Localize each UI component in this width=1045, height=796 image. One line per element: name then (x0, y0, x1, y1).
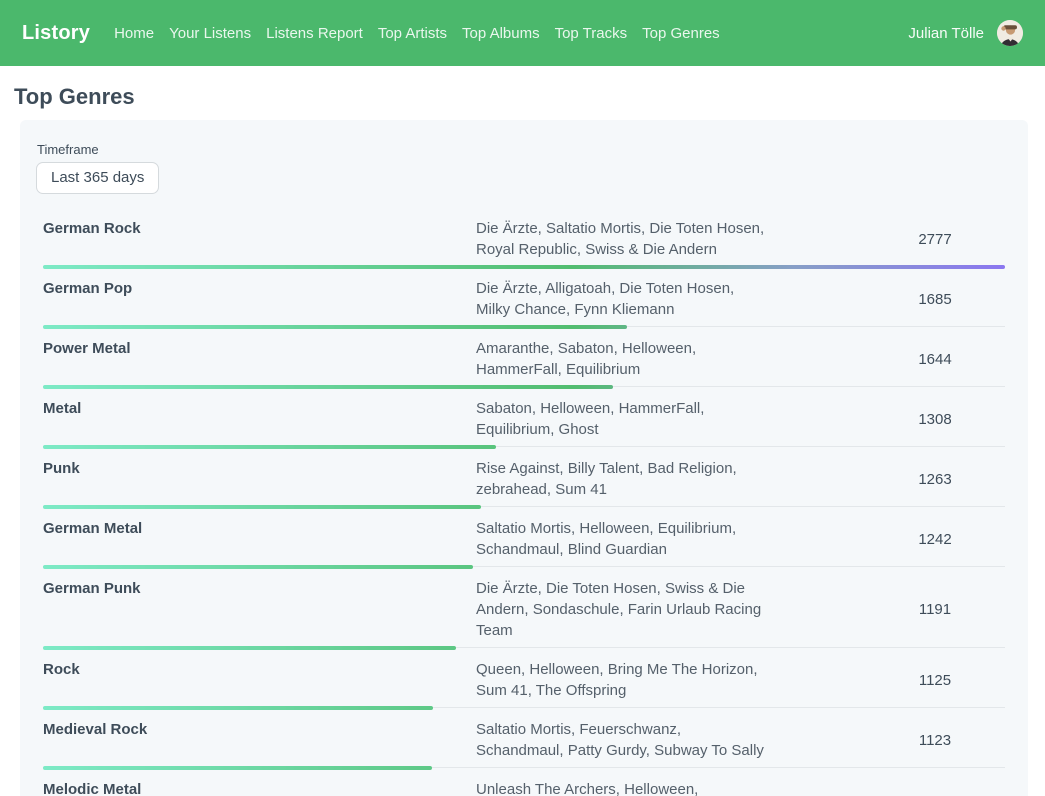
genre-row: Rock Queen, Helloween, Bring Me The Hori… (43, 653, 1005, 713)
genre-bar (43, 505, 481, 509)
genre-artists: Die Ärzte, Alligatoah, Die Toten Hosen, … (476, 278, 766, 320)
nav-item-top-genres[interactable]: Top Genres (642, 21, 720, 46)
genre-bar-track (43, 706, 1005, 710)
genre-row: Metal Sabaton, Helloween, HammerFall, Eq… (43, 392, 1005, 452)
genre-bar (43, 706, 433, 710)
genre-row: German Pop Die Ärzte, Alligatoah, Die To… (43, 272, 1005, 332)
genre-artists: Saltatio Mortis, Helloween, Equilibrium,… (476, 518, 766, 560)
genre-bar (43, 445, 496, 449)
genre-name: Power Metal (43, 338, 476, 359)
genre-bar-track (43, 766, 1005, 770)
main-content: Top Genres Timeframe Last 365 days Germa… (0, 85, 1045, 796)
genre-row: Power Metal Amaranthe, Sabaton, Hellowee… (43, 332, 1005, 392)
genre-row: Melodic Metal Unleash The Archers, Hello… (43, 773, 1005, 796)
genre-name: German Pop (43, 278, 476, 299)
genre-row: German Metal Saltatio Mortis, Helloween,… (43, 512, 1005, 572)
genre-artists: Unleash The Archers, Helloween, HammerFa… (476, 779, 766, 796)
genre-count: 1644 (865, 351, 1005, 368)
genre-name: Metal (43, 398, 476, 419)
genre-artists: Rise Against, Billy Talent, Bad Religion… (476, 458, 766, 500)
genre-bar-track (43, 646, 1005, 650)
user-avatar[interactable] (997, 20, 1023, 46)
genre-name: German Punk (43, 578, 476, 599)
genre-count: 1125 (865, 672, 1005, 689)
genre-bar-track (43, 325, 1005, 329)
genre-name: German Rock (43, 218, 476, 239)
genre-count: 1308 (865, 411, 1005, 428)
nav-item-top-artists[interactable]: Top Artists (378, 21, 447, 46)
top-navbar: Listory Home Your Listens Listens Report… (0, 0, 1045, 66)
top-genres-card: Timeframe Last 365 days German Rock Die … (20, 120, 1028, 796)
genre-list: German Rock Die Ärzte, Saltatio Mortis, … (43, 212, 1005, 796)
genre-name: German Metal (43, 518, 476, 539)
nav-item-your-listens[interactable]: Your Listens (169, 21, 251, 46)
user-photo-icon (997, 20, 1023, 46)
genre-bar-track (43, 385, 1005, 389)
genre-row: Medieval Rock Saltatio Mortis, Feuerschw… (43, 713, 1005, 773)
genre-bar (43, 646, 456, 650)
genre-name: Medieval Rock (43, 719, 476, 740)
genre-count: 1191 (865, 601, 1005, 618)
timeframe-label: Timeframe (37, 142, 1012, 157)
nav-item-top-albums[interactable]: Top Albums (462, 21, 540, 46)
nav-item-listens-report[interactable]: Listens Report (266, 21, 363, 46)
genre-bar (43, 766, 432, 770)
timeframe-filter: Timeframe Last 365 days (36, 142, 1012, 194)
genre-count: 1263 (865, 471, 1005, 488)
main-nav: Home Your Listens Listens Report Top Art… (114, 21, 735, 46)
genre-bar-track (43, 265, 1005, 269)
genre-bar-track (43, 505, 1005, 509)
genre-bar (43, 565, 473, 569)
genre-name: Rock (43, 659, 476, 680)
user-name[interactable]: Julian Tölle (908, 25, 984, 42)
nav-item-top-tracks[interactable]: Top Tracks (555, 21, 628, 46)
genre-count: 1242 (865, 531, 1005, 548)
genre-count: 1685 (865, 291, 1005, 308)
nav-item-home[interactable]: Home (114, 21, 154, 46)
genre-row: German Punk Die Ärzte, Die Toten Hosen, … (43, 572, 1005, 653)
page-title: Top Genres (14, 85, 1045, 109)
genre-artists: Saltatio Mortis, Feuerschwanz, Schandmau… (476, 719, 766, 761)
genre-artists: Die Ärzte, Die Toten Hosen, Swiss & Die … (476, 578, 766, 641)
genre-bar-track (43, 445, 1005, 449)
genre-bar (43, 265, 1005, 269)
app-logo[interactable]: Listory (22, 22, 90, 45)
genre-name: Melodic Metal (43, 779, 476, 796)
genre-artists: Queen, Helloween, Bring Me The Horizon, … (476, 659, 766, 701)
genre-artists: Amaranthe, Sabaton, Helloween, HammerFal… (476, 338, 766, 380)
genre-bar (43, 325, 627, 329)
genre-row: Punk Rise Against, Billy Talent, Bad Rel… (43, 452, 1005, 512)
genre-artists: Sabaton, Helloween, HammerFall, Equilibr… (476, 398, 766, 440)
genre-row: German Rock Die Ärzte, Saltatio Mortis, … (43, 212, 1005, 272)
timeframe-select[interactable]: Last 365 days (36, 162, 159, 194)
genre-bar (43, 385, 613, 389)
genre-name: Punk (43, 458, 476, 479)
genre-bar-track (43, 565, 1005, 569)
genre-artists: Die Ärzte, Saltatio Mortis, Die Toten Ho… (476, 218, 766, 260)
genre-count: 1123 (865, 732, 1005, 749)
genre-count: 2777 (865, 231, 1005, 248)
